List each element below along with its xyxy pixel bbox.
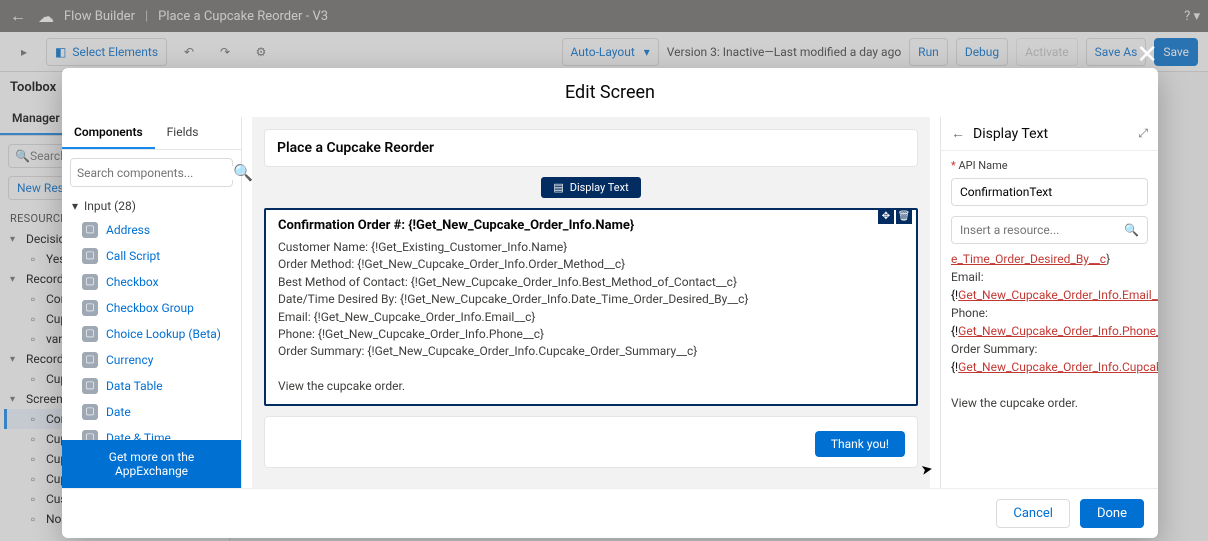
component-item[interactable]: ▢Call Script (62, 243, 241, 269)
chevron-down-icon: ▾ (72, 199, 78, 213)
component-item[interactable]: ▢Currency (62, 347, 241, 373)
component-type-icon: ▢ (82, 352, 98, 368)
delete-icon[interactable]: 🗑 (896, 208, 912, 224)
component-item[interactable]: ▢Address (62, 217, 241, 243)
component-item[interactable]: ▢Date (62, 399, 241, 425)
thank-you-button[interactable]: Thank you! (815, 431, 905, 457)
rich-text-body[interactable]: e_Time_Order_Desired_By__c}Email:{!Get_N… (951, 250, 1148, 412)
component-item[interactable]: ▢Checkbox (62, 269, 241, 295)
component-item[interactable]: ▢Choice Lookup (Beta) (62, 321, 241, 347)
props-title: Display Text (973, 126, 1048, 142)
component-search[interactable]: 🔍 (70, 158, 233, 187)
display-text-heading: Confirmation Order #: {!Get_New_Cupcake_… (278, 218, 904, 233)
component-type-icon: ▢ (82, 326, 98, 342)
close-icon[interactable]: ✕ (1136, 40, 1158, 70)
resource-picker-input[interactable] (960, 223, 1118, 237)
screen-label[interactable]: Place a Cupcake Reorder (264, 129, 918, 167)
tab-components[interactable]: Components (62, 117, 155, 149)
display-text-body: Customer Name: {!Get_Existing_Customer_I… (278, 239, 904, 396)
tab-fields[interactable]: Fields (155, 117, 211, 149)
component-type-icon: ▢ (82, 404, 98, 420)
display-text-pill[interactable]: Display Text (541, 177, 640, 198)
component-list: ▢Address▢Call Script▢Checkbox▢Checkbox G… (62, 217, 241, 440)
appexchange-link[interactable]: Get more on the AppExchange (62, 440, 241, 488)
component-item[interactable]: ▢Data Table (62, 373, 241, 399)
component-type-icon: ▢ (82, 274, 98, 290)
component-type-icon: ▢ (82, 300, 98, 316)
component-item[interactable]: ▢Date & Time (62, 425, 241, 440)
component-search-input[interactable] (77, 166, 233, 180)
search-icon: 🔍 (1124, 223, 1139, 237)
api-name-input[interactable] (951, 178, 1148, 206)
props-back-icon[interactable]: ← (951, 125, 965, 142)
move-icon[interactable]: ✥ (878, 208, 894, 224)
component-type-icon: ▢ (82, 430, 98, 440)
component-type-icon: ▢ (82, 378, 98, 394)
properties-panel: ← Display Text ⤢ API Name 🔍 e_Time_Order… (940, 117, 1158, 488)
input-group-toggle[interactable]: ▾Input (28) (62, 195, 241, 217)
modal-title: Edit Screen (62, 68, 1158, 117)
cancel-button[interactable]: Cancel (996, 499, 1070, 528)
search-icon: 🔍 (233, 163, 253, 182)
component-type-icon: ▢ (82, 222, 98, 238)
expand-icon[interactable]: ⤢ (1138, 126, 1148, 141)
done-button[interactable]: Done (1080, 499, 1144, 528)
screen-preview: Place a Cupcake Reorder Display Text ✥ 🗑… (252, 117, 930, 488)
display-text-component[interactable]: ✥ 🗑 Confirmation Order #: {!Get_New_Cupc… (264, 208, 918, 406)
component-type-icon: ▢ (82, 248, 98, 264)
component-item[interactable]: ▢Checkbox Group (62, 295, 241, 321)
components-panel: Components Fields 🔍 ▾Input (28) ▢Address… (62, 117, 242, 488)
modal-footer: Cancel Done (62, 488, 1158, 538)
api-name-label: API Name (951, 159, 1148, 172)
edit-screen-modal: Edit Screen Components Fields 🔍 ▾Input (… (62, 68, 1158, 538)
resource-picker[interactable]: 🔍 (951, 216, 1148, 244)
